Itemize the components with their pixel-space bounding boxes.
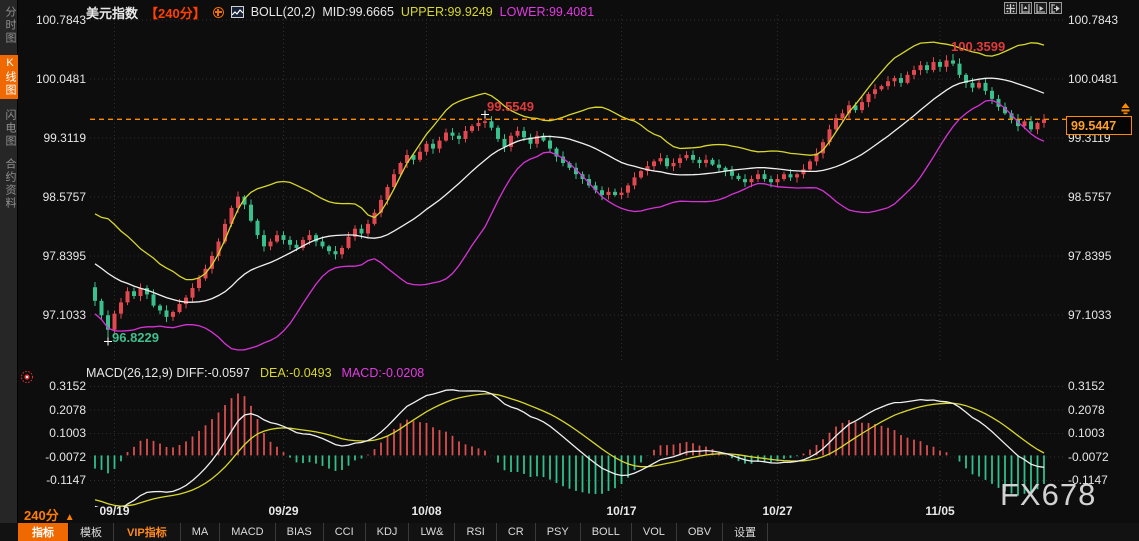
macd-axis-right-label: 0.3152 bbox=[1068, 379, 1105, 394]
footer-tab-13[interactable]: BOLL bbox=[581, 523, 632, 541]
footer-tab-2[interactable]: 模板 bbox=[69, 523, 114, 541]
crosshair-move-icon[interactable] bbox=[1004, 2, 1017, 14]
footer-tab-12[interactable]: PSY bbox=[536, 523, 581, 541]
marked-high-annotation: 100.3599 bbox=[951, 39, 1006, 54]
footer-tab-9[interactable]: LW& bbox=[409, 523, 456, 541]
macd-header: MACD(26,12,9) DIFF:-0.0597 DEA:-0.0493 M… bbox=[86, 366, 424, 380]
macd-macd-value: MACD:-0.0208 bbox=[341, 366, 425, 380]
pan-right-icon[interactable] bbox=[1049, 2, 1062, 14]
price-up-flag-icon bbox=[1119, 102, 1132, 120]
footer-tab-1[interactable]: 指标 bbox=[18, 523, 69, 541]
sidebar-item-time-chart[interactable]: 分时图 bbox=[0, 6, 18, 45]
x-axis-date-label: 10/08 bbox=[411, 504, 442, 518]
boll-lower-value: LOWER:99.4081 bbox=[499, 5, 595, 19]
macd-axis-right-label: 0.1003 bbox=[1068, 426, 1105, 441]
x-axis-date-label: 10/27 bbox=[762, 504, 793, 518]
price-axis-left-label: 97.8395 bbox=[42, 248, 86, 263]
footer-tab-4[interactable]: MA bbox=[181, 523, 221, 541]
macd-param-label: MACD(26,12,9) DIFF:-0.0597 bbox=[86, 366, 250, 380]
price-axis-right-label: 98.5757 bbox=[1068, 189, 1112, 204]
price-axis-right-label: 97.1033 bbox=[1068, 307, 1112, 322]
swing-high-annotation: 99.5549 bbox=[487, 99, 534, 114]
price-axis-left-label: 100.0481 bbox=[35, 71, 86, 86]
x-axis-date-label: 11/05 bbox=[925, 504, 955, 518]
price-axis-left-label: 98.5757 bbox=[42, 189, 86, 204]
footer-tab-6[interactable]: BIAS bbox=[276, 523, 324, 541]
boll-upper-value: UPPER:99.9249 bbox=[400, 5, 493, 19]
footer-tab-10[interactable]: RSI bbox=[455, 523, 497, 541]
period-selector[interactable]: 240分 ▲ bbox=[24, 505, 75, 524]
x-axis-date-label: 10/17 bbox=[606, 504, 637, 518]
price-axis-right-label: 100.7843 bbox=[1068, 13, 1119, 27]
price-axis-left-label: 100.7843 bbox=[35, 13, 86, 27]
footer-tab-11[interactable]: CR bbox=[497, 523, 536, 541]
footer-tab-3[interactable]: VIP指标 bbox=[114, 523, 181, 541]
macd-dea-value: DEA:-0.0493 bbox=[259, 366, 332, 380]
circle-plus-icon[interactable] bbox=[212, 6, 224, 18]
footer-tab-15[interactable]: OBV bbox=[677, 523, 724, 541]
footer-tab-8[interactable]: KDJ bbox=[366, 523, 410, 541]
price-axis-left-label: 99.3119 bbox=[43, 130, 87, 145]
period-selector-label: 240分 bbox=[24, 508, 59, 523]
sidebar-item-lightning-chart[interactable]: 闪电图 bbox=[0, 109, 18, 148]
sidebar-item-contract-info[interactable]: 合约资料 bbox=[0, 158, 18, 210]
boll-param-label: BOLL(20,2) bbox=[250, 5, 316, 19]
x-axis-date-label: 09/29 bbox=[268, 504, 299, 518]
period-label: 【240分】 bbox=[145, 5, 206, 21]
indicator-toolbar: 指标 模板 VIP指标 MA MACD BIAS CCI KDJ LW& RSI CR PSY BOLL… bbox=[0, 523, 1139, 541]
macd-axis-left-label: -0.0072 bbox=[45, 449, 86, 464]
macd-axis-right-label: -0.1147 bbox=[1068, 473, 1108, 488]
marked-low-annotation: 96.8229 bbox=[112, 330, 159, 345]
footer-tab-7[interactable]: CCI bbox=[324, 523, 366, 541]
price-axis-right-label: 100.0481 bbox=[1068, 71, 1119, 86]
chart-window: 分时图 K线图 闪电图 合约资料 美元指数 【240分】 BOLL(20,2) … bbox=[0, 0, 1139, 541]
macd-axis-right-label: 0.2078 bbox=[1068, 402, 1105, 417]
footer-tab-5[interactable]: MACD bbox=[220, 523, 276, 541]
price-axis-left-label: 97.1033 bbox=[42, 307, 86, 322]
sidebar-item-kline-chart[interactable]: K线图 bbox=[0, 55, 18, 99]
chart-toolbar-icons bbox=[1004, 2, 1062, 14]
price-macd-chart-canvas[interactable] bbox=[0, 0, 1139, 541]
mini-chart-icon[interactable] bbox=[230, 6, 244, 18]
macd-axis-left-label: 0.1003 bbox=[49, 426, 86, 441]
hot-spot-icon bbox=[20, 370, 34, 389]
boll-mid-value: MID:99.6665 bbox=[322, 5, 394, 19]
chart-header: 美元指数 【240分】 BOLL(20,2) MID:99.6665 UPPER… bbox=[86, 4, 595, 21]
chart-type-sidebar: 分时图 K线图 闪电图 合约资料 bbox=[0, 0, 18, 523]
price-axis-right-label: 97.8395 bbox=[1068, 248, 1112, 263]
macd-axis-right-label: -0.0072 bbox=[1068, 449, 1109, 464]
x-axis-date-label: 09/19 bbox=[99, 504, 130, 518]
footer-tab-14[interactable]: VOL bbox=[632, 523, 677, 541]
macd-axis-left-label: -0.1147 bbox=[46, 473, 86, 488]
symbol-title: 美元指数 bbox=[86, 5, 139, 21]
up-triangle-icon: ▲ bbox=[64, 512, 75, 523]
footer-tab-16[interactable]: 设置 bbox=[723, 523, 769, 541]
macd-axis-left-label: 0.2078 bbox=[49, 402, 86, 417]
axis-expand-icon[interactable] bbox=[1034, 2, 1047, 14]
axis-compress-icon[interactable] bbox=[1019, 2, 1032, 14]
